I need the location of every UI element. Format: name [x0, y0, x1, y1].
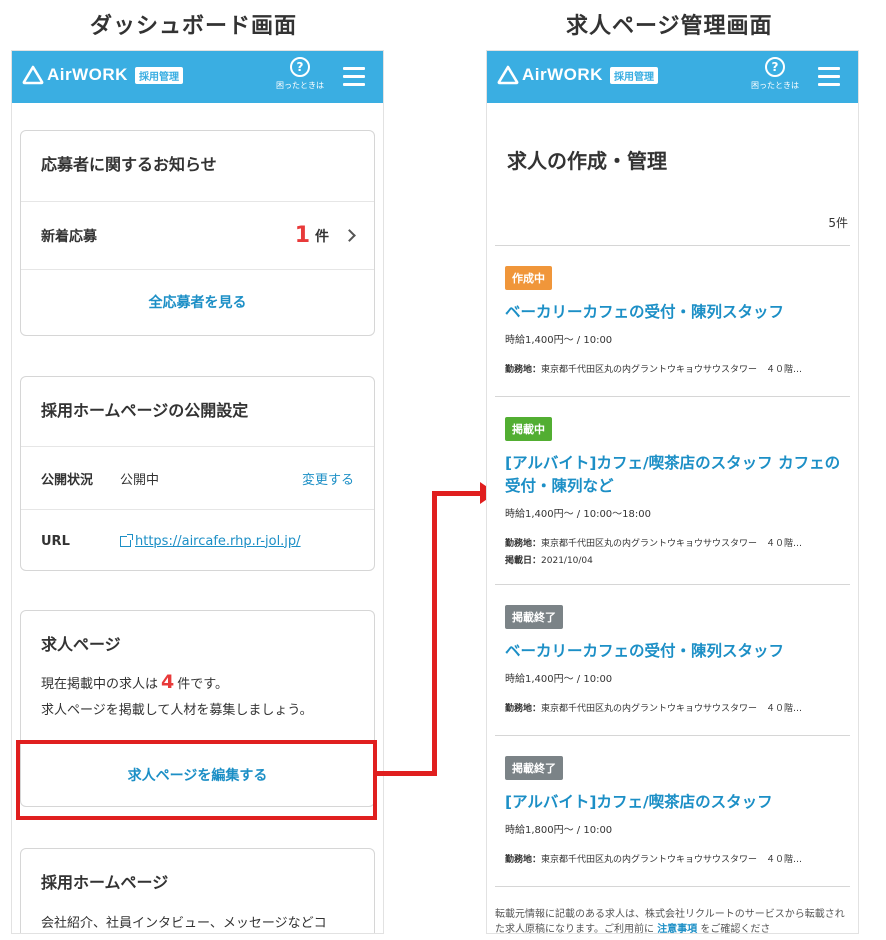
arrow-connector-top: [432, 491, 484, 496]
active-job-count: 4: [161, 671, 175, 693]
new-applications-row[interactable]: 新着応募 1 件: [21, 202, 374, 269]
status-badge: 掲載終了: [505, 605, 563, 629]
help-icon: ?: [765, 57, 785, 77]
job-list-item[interactable]: 掲載終了 ベーカリーカフェの受付・陳列スタッフ 時給1,400円～ / 10:0…: [505, 605, 845, 714]
chevron-right-icon: [343, 229, 356, 242]
brand-name: AirWORK: [47, 65, 128, 84]
help-button[interactable]: ? 困ったときは: [270, 57, 330, 91]
job-count-text: 現在掲載中の求人は 4 件です。 求人ページを掲載して人材を募集しましょう。: [41, 671, 313, 718]
job-list-item[interactable]: 掲載中 [アルバイト]カフェ/喫茶店のスタッフ カフェの受付・陳列など 時給1,…: [505, 417, 845, 566]
airwork-logo-icon: [497, 65, 519, 85]
status-badge: 掲載終了: [505, 756, 563, 780]
homepage-url-text: https://aircafe.rhp.r-jol.jp/: [135, 533, 301, 549]
view-all-applicants-link[interactable]: 全応募者を見る: [21, 270, 374, 334]
publish-status-value: 公開中: [120, 472, 160, 488]
url-row: URL https://aircafe.rhp.r-jol.jp/: [21, 510, 374, 572]
dashboard-caption: ダッシュボード画面: [90, 14, 298, 39]
new-applications-label: 新着応募: [41, 228, 97, 245]
brand-badge: 採用管理: [609, 66, 658, 84]
external-link-icon: [120, 533, 133, 547]
app-header: AirWORK 採用管理 ? 困ったときは: [12, 51, 383, 103]
job-title-link[interactable]: ベーカリーカフェの受付・陳列スタッフ: [505, 301, 845, 324]
notes-link[interactable]: 注意事項: [657, 924, 697, 933]
job-wage: 時給1,400円～ / 10:00～18:00: [505, 509, 651, 520]
job-total-count: 5件: [828, 216, 848, 230]
job-list-item[interactable]: 作成中 ベーカリーカフェの受付・陳列スタッフ 時給1,400円～ / 10:00…: [505, 266, 845, 375]
brand-name: AirWORK: [522, 65, 603, 84]
job-wage: 時給1,400円～ / 10:00: [505, 674, 613, 685]
airwork-logo[interactable]: AirWORK 採用管理: [497, 65, 658, 85]
help-icon: ?: [290, 57, 310, 77]
job-publish-date: 掲載日：2021/10/04: [505, 556, 593, 566]
job-title-link[interactable]: [アルバイト]カフェ/喫茶店のスタッフ: [505, 791, 845, 814]
hamburger-menu-icon[interactable]: [818, 67, 840, 87]
card-title: 求人ページ: [41, 635, 121, 654]
hamburger-menu-icon[interactable]: [343, 67, 365, 87]
airwork-logo[interactable]: AirWORK 採用管理: [22, 65, 183, 85]
publish-status-row: 公開状況 公開中 変更する: [21, 447, 374, 509]
status-badge: 掲載中: [505, 417, 552, 441]
status-badge: 作成中: [505, 266, 552, 290]
app-header: AirWORK 採用管理 ? 困ったときは: [487, 51, 858, 103]
homepage-description: 会社紹介、社員インタビュー、メッセージなどコ: [41, 916, 327, 931]
job-list-item[interactable]: 掲載終了 [アルバイト]カフェ/喫茶店のスタッフ 時給1,800円～ / 10:…: [505, 756, 845, 865]
page-title: 求人の作成・管理: [507, 149, 667, 173]
help-label: 困ったときは: [276, 81, 324, 90]
publish-settings-card: 採用ホームページの公開設定 公開状況 公開中 変更する URL https://…: [20, 376, 375, 571]
arrow-connector-horizontal: [377, 771, 437, 776]
card-title: 採用ホームページ: [41, 873, 169, 892]
repost-notice: 転載元情報に記載のある求人は、株式会社リクルートのサービスから転載された求人原稿…: [495, 909, 845, 934]
change-status-link[interactable]: 変更する: [302, 469, 354, 488]
card-title: 採用ホームページの公開設定: [41, 401, 249, 420]
manage-caption: 求人ページ管理画面: [566, 14, 773, 39]
job-management-screen: AirWORK 採用管理 ? 困ったときは 求人の作成・管理 5件 作成中 ベー…: [486, 50, 859, 934]
job-title-link[interactable]: ベーカリーカフェの受付・陳列スタッフ: [505, 640, 845, 663]
help-label: 困ったときは: [751, 81, 799, 90]
edit-button-highlight: [16, 740, 377, 820]
arrow-connector-vertical: [432, 491, 437, 776]
brand-badge: 採用管理: [134, 66, 183, 84]
job-location: 勤務地：東京都千代田区丸の内グラントウキョウサウスタワー ４０階…: [505, 855, 803, 865]
job-location: 勤務地：東京都千代田区丸の内グラントウキョウサウスタワー ４０階…: [505, 704, 803, 714]
publish-status-label: 公開状況: [41, 472, 94, 488]
new-applications-count: 1: [294, 223, 310, 248]
job-location: 勤務地：東京都千代田区丸の内グラントウキョウサウスタワー ４０階…: [505, 539, 803, 549]
help-button[interactable]: ? 困ったときは: [745, 57, 805, 91]
card-title: 応募者に関するお知らせ: [41, 155, 217, 174]
airwork-logo-icon: [22, 65, 44, 85]
url-label: URL: [41, 533, 70, 549]
job-title-link[interactable]: [アルバイト]カフェ/喫茶店のスタッフ カフェの受付・陳列など: [505, 452, 845, 498]
job-wage: 時給1,400円～ / 10:00: [505, 335, 613, 346]
job-location: 勤務地：東京都千代田区丸の内グラントウキョウサウスタワー ４０階…: [505, 365, 803, 375]
job-wage: 時給1,800円～ / 10:00: [505, 825, 613, 836]
recruit-homepage-card: 採用ホームページ 会社紹介、社員インタビュー、メッセージなどコ: [20, 848, 375, 933]
count-unit: 件: [315, 228, 329, 245]
homepage-url-link[interactable]: https://aircafe.rhp.r-jol.jp/: [120, 533, 301, 549]
applicant-notice-card: 応募者に関するお知らせ 新着応募 1 件 全応募者を見る: [20, 130, 375, 336]
